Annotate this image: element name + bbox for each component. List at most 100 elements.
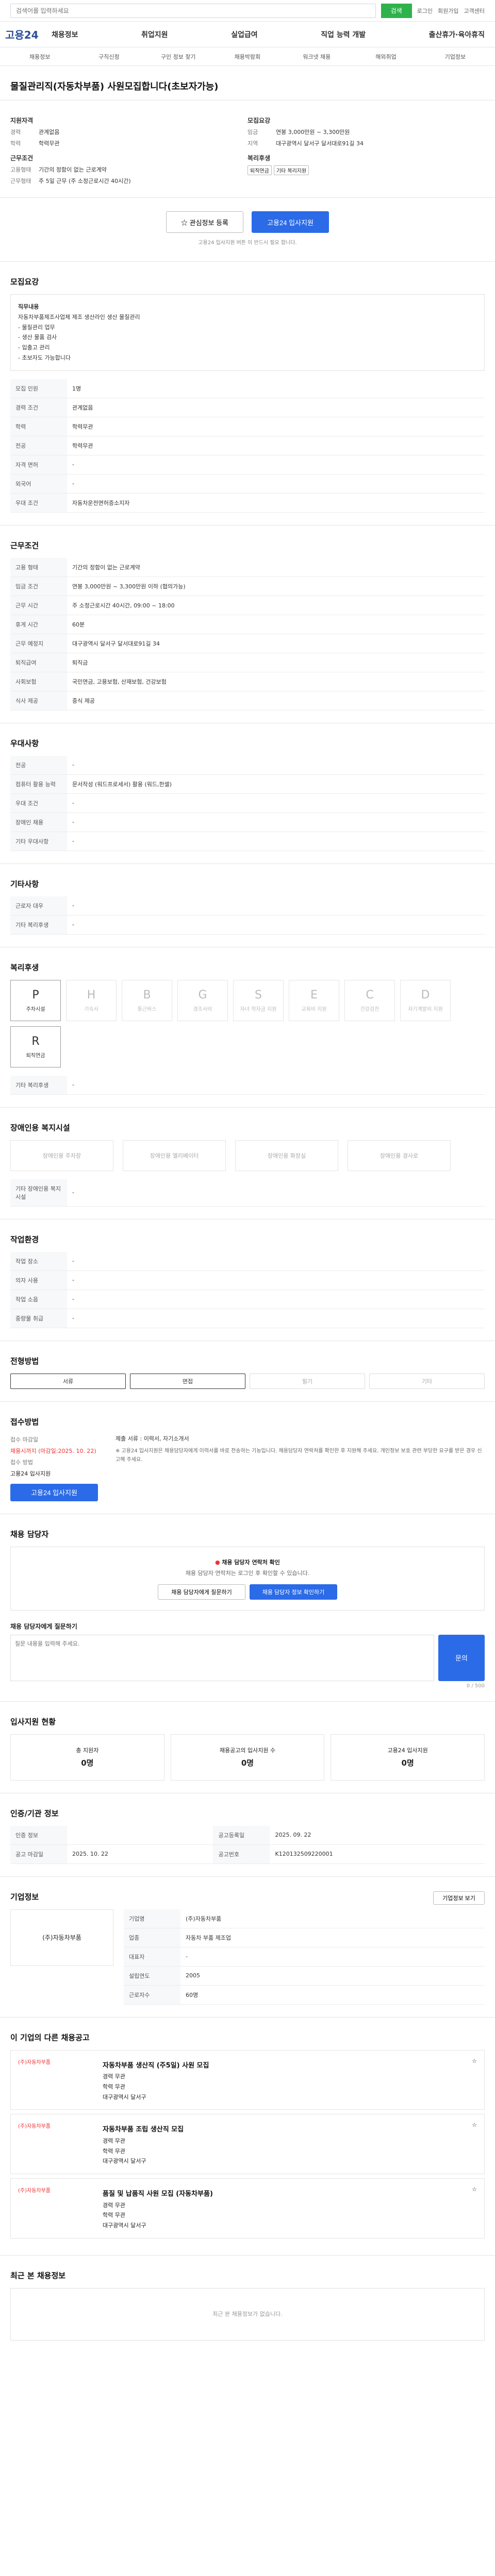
subnav-item[interactable]: 구직신청 xyxy=(74,53,143,61)
row-label: 임금 조건 xyxy=(10,577,67,596)
qna-submit-button[interactable]: 문의 xyxy=(438,1634,485,1681)
table-row: 공고 마감일 2025. 10. 22 공고번호 K120132509220001 xyxy=(10,1844,485,1864)
table-row: 작업 소음 - xyxy=(10,1290,485,1309)
benefit-label: 주차시설 xyxy=(26,1006,45,1012)
stat-card: 채용공고의 입사지원 수 0명 xyxy=(170,1734,325,1781)
process-step: 서류 xyxy=(10,1373,126,1389)
row-value: 자동차 부품 제조업 xyxy=(180,1928,485,1947)
row-value: - xyxy=(67,755,485,775)
row-label: 고용 형태 xyxy=(10,557,67,577)
star-icon[interactable]: ☆ xyxy=(441,2058,477,2103)
signup-link[interactable]: 회원가입 xyxy=(438,7,458,15)
nav-item-jobs[interactable]: 채용정보 xyxy=(52,29,78,40)
detail-section: 모집요강 직무내용 자동차부품제조사업체 제조 생산라인 생산 물질관리 - 물… xyxy=(0,262,495,526)
benefit-icon: C xyxy=(366,988,374,1002)
job-info: 품질 및 납품직 사원 모집 (자동차부품) 경력 무관 학력 무관 대구광역시 달서… xyxy=(103,2186,434,2231)
table-row: 기업명 (주)자동차부품 xyxy=(124,1909,485,1928)
benefit-tag: 기타 복리지원 xyxy=(273,165,309,175)
row-value: - xyxy=(67,832,485,851)
job-org: (주)자동차부품 xyxy=(18,2186,95,2231)
benefit-card: H 기숙사 xyxy=(66,979,117,1021)
star-icon[interactable]: ☆ xyxy=(441,2186,477,2231)
table-row: 컴퓨터 활용 능력 문서작성 (워드프로세서) 활용 (워드,한셀) xyxy=(10,774,485,794)
receipt-apply-button[interactable]: 고용24 입사지원 xyxy=(10,1483,98,1501)
subnav-item[interactable]: 해외취업 xyxy=(351,53,420,61)
deadline-value: 채용시까지 (마감일:2025. 10. 22) xyxy=(10,1447,96,1454)
subnav-item[interactable]: 구인 정보 찾기 xyxy=(144,53,213,61)
job-title[interactable]: 자동차부품 조립 생산직 모집 xyxy=(103,2124,434,2136)
row-value: - xyxy=(67,1309,485,1328)
benefit-card: E 교육비 지원 xyxy=(289,979,339,1021)
deadline-label: 접수 마감일 xyxy=(10,1436,39,1443)
row-label: 근로자 대우 xyxy=(10,896,67,916)
section-title: 전형방법 xyxy=(10,1356,39,1366)
docs-value: 이력서, 자기소개서 xyxy=(143,1435,189,1442)
company-info-button[interactable]: 기업정보 보기 xyxy=(433,1891,485,1905)
table-row: 휴게 시간 60분 xyxy=(10,615,485,634)
top-links: 로그인 회원가입 고객센터 xyxy=(417,7,485,15)
stat-label: 고용24 입사지원 xyxy=(387,1747,428,1754)
table-row: 모집 인원 1명 xyxy=(10,379,485,398)
table-row: 기타 우대사항 - xyxy=(10,832,485,851)
job-title[interactable]: 자동차부품 생산직 (주5일) 사원 모집 xyxy=(103,2060,434,2072)
row-value: 학력무관 xyxy=(67,417,485,436)
star-icon[interactable]: ☆ xyxy=(441,2122,477,2166)
job-list-item[interactable]: (주)자동차부품 자동차부품 조립 생산직 모집 경력 무관 학력 무관 대구광역시 달… xyxy=(10,2114,485,2175)
desc-line: 자동차부품제조사업체 제조 생산라인 생산 물질관리 xyxy=(18,313,140,320)
job-info: 자동차부품 조립 생산직 모집 경력 무관 학력 무관 대구광역시 달서구 xyxy=(103,2122,434,2166)
desc-line: - 입출고 관리 xyxy=(18,344,50,351)
subnav-item[interactable]: 채용박람회 xyxy=(213,53,282,61)
docs-label: 제출 서류 xyxy=(116,1435,138,1442)
job-list-item[interactable]: (주)자동차부품 품질 및 납품직 사원 모집 (자동차부품) 경력 무관 학력 무관… xyxy=(10,2178,485,2239)
help-link[interactable]: 고객센터 xyxy=(464,7,485,15)
table-row: 우대 조건 자동차운전면허증소지자 xyxy=(10,493,485,513)
login-link[interactable]: 로그인 xyxy=(417,7,433,15)
subnav-item[interactable]: 채용정보 xyxy=(5,53,74,61)
row-label: 공고번호 xyxy=(213,1844,270,1864)
nav-item-training[interactable]: 직업 능력 개발 xyxy=(321,29,366,40)
table-row: 업종 자동차 부품 제조업 xyxy=(124,1928,485,1947)
search-input[interactable] xyxy=(10,3,376,18)
row-value: 2005 xyxy=(180,1966,485,1986)
conditions-table: 고용 형태 기간의 정함이 없는 근로계약 임금 조건 연봉 3,000만원 ~ 3… xyxy=(10,557,485,710)
stat-label: 채용공고의 입사지원 수 xyxy=(219,1747,276,1754)
logo[interactable]: 고용24 xyxy=(5,27,52,42)
row-label: 외국어 xyxy=(10,474,67,494)
row-value: - xyxy=(67,812,485,832)
table-row: 퇴직급여 퇴직금 xyxy=(10,653,485,672)
row-label: 근로자수 xyxy=(124,1985,180,2005)
disability-extra: 기타 장애인용 복지시설 - xyxy=(10,1179,485,1207)
view-contact-button[interactable]: 채용 담당자 정보 확인하기 xyxy=(250,1584,337,1600)
label: 고용형태 xyxy=(10,166,31,173)
table-row: 기타 장애인용 복지시설 - xyxy=(10,1179,485,1207)
desc-line: - 생산 물품 검사 xyxy=(18,334,57,341)
nav-item-benefit[interactable]: 실업급여 xyxy=(231,29,258,40)
section-title: 최근 본 채용정보 xyxy=(10,2270,66,2280)
table-row: 기타 복리후생 - xyxy=(10,1075,485,1095)
search-button[interactable]: 검색 xyxy=(381,3,412,18)
top-bar: 검색 로그인 회원가입 고객센터 xyxy=(0,0,495,22)
nav-item-support[interactable]: 취업지원 xyxy=(141,29,168,40)
process-step: 필기 xyxy=(250,1373,365,1389)
job-description: 직무내용 자동차부품제조사업체 제조 생산라인 생산 물질관리 - 물질관리 업… xyxy=(10,294,485,371)
apply-button[interactable]: 고용24 입사지원 xyxy=(252,211,329,233)
job-list-item[interactable]: (주)자동차부품 자동차부품 생산직 (주5일) 사원 모집 경력 무관 학력 무관 대… xyxy=(10,2049,485,2110)
row-label: 전공 xyxy=(10,755,67,775)
ask-contact-button[interactable]: 채용 담당자에게 질문하기 xyxy=(158,1584,245,1600)
row-value: 60명 xyxy=(180,1985,485,2005)
row-value: 퇴직금 xyxy=(67,653,485,672)
subnav-item[interactable]: 워크넷 채용 xyxy=(282,53,351,61)
benefit-tag: 퇴직연금 xyxy=(248,165,272,175)
section-title: 모집요강 xyxy=(10,277,39,286)
subnav-item[interactable]: 기업정보 xyxy=(421,53,490,61)
benefit-label: 퇴직연금 xyxy=(26,1053,45,1059)
stat-card: 고용24 입사지원 0명 xyxy=(331,1734,485,1781)
job-title[interactable]: 품질 및 납품직 사원 모집 (자동차부품) xyxy=(103,2188,434,2200)
qna-textarea[interactable] xyxy=(10,1634,434,1681)
save-interest-button[interactable]: ☆ 관심정보 등록 xyxy=(166,211,243,233)
job-info-line: 학력 무관 xyxy=(103,2212,125,2219)
desc-line: - 초보자도 가능합니다 xyxy=(18,354,71,361)
job-info-line: 대구광역시 달서구 xyxy=(103,2093,146,2100)
row-value: 2025. 10. 22 xyxy=(67,1844,213,1864)
nav-item-leave[interactable]: 출산휴가·육아휴직 xyxy=(429,29,485,40)
